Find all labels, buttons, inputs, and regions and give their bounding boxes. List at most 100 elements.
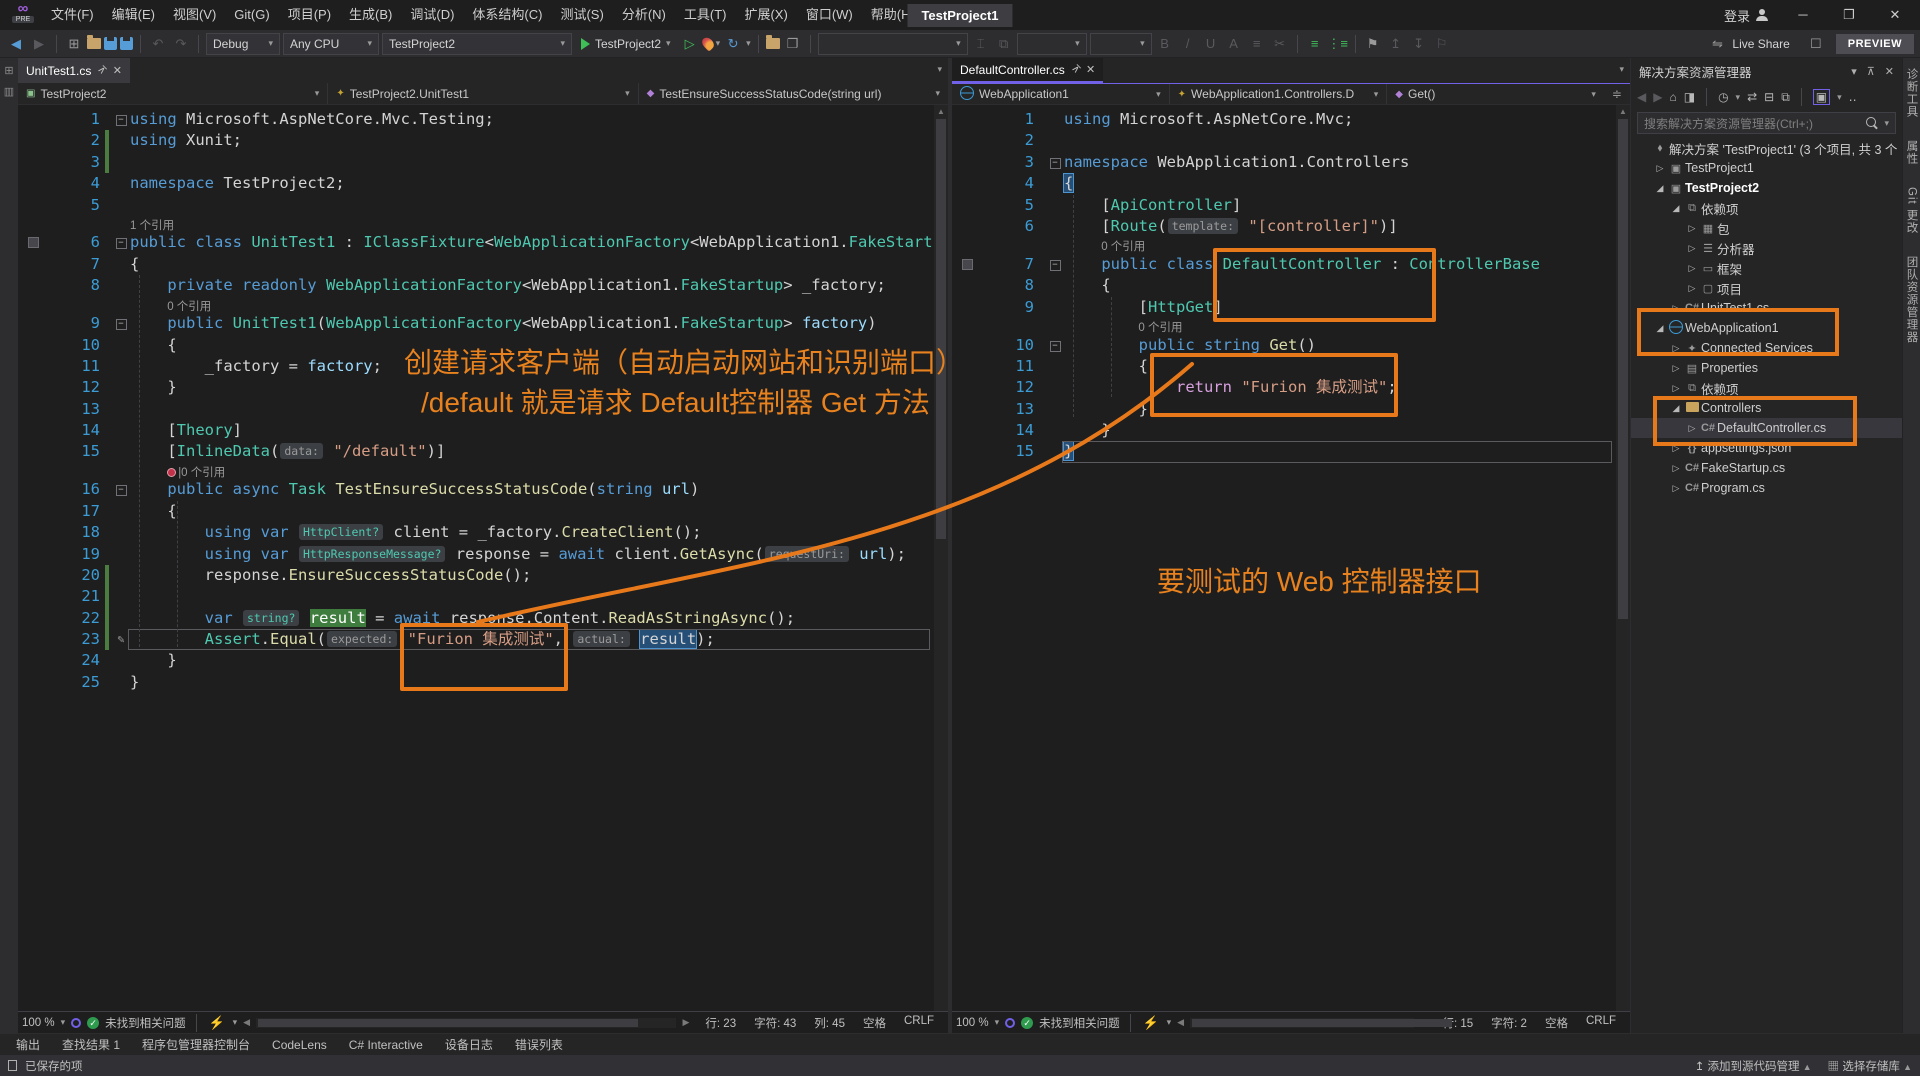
document-list-icon[interactable]: ▾ bbox=[1619, 64, 1624, 75]
panel-tab-C# Interactive[interactable]: C# Interactive bbox=[339, 1034, 433, 1055]
redo-icon[interactable]: ↷ bbox=[171, 33, 191, 55]
startup-project-dropdown[interactable]: TestProject2▾ bbox=[382, 33, 572, 55]
italic-icon[interactable]: / bbox=[1178, 33, 1198, 55]
navigate-forward-icon[interactable]: ▶ bbox=[29, 33, 49, 55]
live-share-button[interactable]: ⇋ Live Share bbox=[1701, 33, 1795, 55]
open-folder-icon[interactable] bbox=[87, 38, 101, 49]
code-editor-right[interactable]: 1using Microsoft.AspNetCore.Mvc;23−names… bbox=[952, 105, 1616, 1011]
menu-分析(N)[interactable]: 分析(N) bbox=[613, 0, 675, 30]
pin-icon[interactable]: ⊼ bbox=[96, 64, 109, 77]
problems-status[interactable]: 未找到相关问题 bbox=[1039, 1015, 1120, 1031]
expander-icon[interactable]: ▷ bbox=[1685, 263, 1699, 274]
tab-defaultcontroller[interactable]: DefaultController.cs ⊼ ✕ bbox=[952, 58, 1103, 83]
code-editor-left[interactable]: 1−using Microsoft.AspNetCore.Mvc.Testing… bbox=[18, 105, 934, 1011]
expander-icon[interactable]: ◢ bbox=[1669, 403, 1683, 414]
tree-item-Properties[interactable]: ▷▤Properties bbox=[1631, 358, 1902, 378]
tree-item-Program.cs[interactable]: ▷C#Program.cs bbox=[1631, 478, 1902, 498]
style-dropdown[interactable]: ▾ bbox=[1090, 33, 1152, 55]
toolbox-icon[interactable]: ⊞ bbox=[4, 64, 13, 77]
menu-工具(T)[interactable]: 工具(T) bbox=[675, 0, 736, 30]
switch-views-icon[interactable]: ◨ bbox=[1684, 90, 1695, 104]
side-tab-属性[interactable]: 属性 bbox=[1904, 140, 1920, 165]
code-cleanup-icon[interactable]: ⚡ bbox=[207, 1012, 227, 1034]
prev-bookmark-icon[interactable]: ↥ bbox=[1386, 33, 1406, 55]
fold-collapse-icon[interactable]: − bbox=[1050, 341, 1061, 352]
save-icon[interactable] bbox=[104, 37, 117, 50]
save-all-icon[interactable] bbox=[120, 37, 133, 50]
codelens-row[interactable]: 0 个引用 bbox=[18, 297, 934, 314]
close-tab-icon[interactable]: ✕ bbox=[1086, 63, 1095, 76]
fold-collapse-icon[interactable]: − bbox=[1050, 260, 1061, 271]
panel-menu-icon[interactable]: ▾ bbox=[1851, 65, 1857, 78]
tree-item-TestProject2[interactable]: ◢▣TestProject2 bbox=[1631, 178, 1902, 198]
start-debugging-button[interactable]: TestProject2 ▾ bbox=[575, 33, 677, 55]
preview-badge-button[interactable]: PREVIEW bbox=[1836, 34, 1914, 54]
expander-icon[interactable]: ▷ bbox=[1685, 223, 1699, 234]
expander-icon[interactable]: ▷ bbox=[1685, 283, 1699, 294]
align-icon[interactable]: ≡ bbox=[1247, 33, 1267, 55]
tree-item-TestProject1[interactable]: ▷▣TestProject1 bbox=[1631, 158, 1902, 178]
codelens-row[interactable]: 0 个引用 bbox=[952, 318, 1616, 335]
pending-changes-filter-icon[interactable]: ◷ bbox=[1718, 90, 1728, 104]
home-icon[interactable]: ⌂ bbox=[1669, 90, 1676, 104]
menu-测试(S)[interactable]: 测试(S) bbox=[551, 0, 612, 30]
right-editor-scrollbar[interactable]: ▲ bbox=[1616, 105, 1630, 1011]
properties-copy-icon[interactable]: ⧉ bbox=[1781, 90, 1790, 105]
add-to-source-control-button[interactable]: ↥ 添加到源代码管理 ▲ bbox=[1695, 1058, 1812, 1074]
expander-icon[interactable]: ▷ bbox=[1685, 423, 1699, 434]
menu-文件(F)[interactable]: 文件(F) bbox=[42, 0, 103, 30]
menu-编辑(E)[interactable]: 编辑(E) bbox=[103, 0, 164, 30]
codelens-row[interactable]: |0 个引用 bbox=[18, 463, 934, 480]
codelens-row[interactable]: 0 个引用 bbox=[952, 237, 1616, 254]
solution-search-input[interactable]: 搜索解决方案资源管理器(Ctrl+;) ▾ bbox=[1637, 112, 1896, 134]
menu-窗口(W)[interactable]: 窗口(W) bbox=[797, 0, 862, 30]
document-list-icon[interactable]: ▾ bbox=[937, 64, 942, 75]
side-tab-诊断工具[interactable]: 诊断工具 bbox=[1904, 68, 1920, 118]
close-button[interactable]: ✕ bbox=[1874, 0, 1916, 30]
code-cleanup-icon[interactable]: ⚡ bbox=[1141, 1012, 1161, 1034]
left-hscrollbar[interactable] bbox=[256, 1018, 676, 1028]
tab-unittest1[interactable]: UnitTest1.cs ⊼ ✕ bbox=[18, 58, 130, 83]
expander-icon[interactable]: ▷ bbox=[1669, 303, 1683, 314]
menu-生成(B)[interactable]: 生成(B) bbox=[340, 0, 401, 30]
breadcrumb-method[interactable]: ◆ Get() ▾ bbox=[1387, 84, 1604, 104]
right-hscrollbar[interactable] bbox=[1190, 1018, 1413, 1028]
sync-with-active-document-icon[interactable]: ▣ bbox=[1813, 89, 1830, 105]
tree-item-Controllers[interactable]: ◢Controllers bbox=[1631, 398, 1902, 418]
undo-icon[interactable]: ↶ bbox=[148, 33, 168, 55]
problems-status[interactable]: 未找到相关问题 bbox=[105, 1015, 186, 1031]
sync-icon[interactable]: ⇄ bbox=[1747, 90, 1757, 104]
zoom-level[interactable]: 100 % bbox=[22, 1017, 55, 1029]
side-tab-Git 更改[interactable]: Git 更改 bbox=[1904, 187, 1920, 234]
back-icon[interactable]: ◀ bbox=[1637, 90, 1646, 104]
underline-icon[interactable]: U bbox=[1201, 33, 1221, 55]
close-panel-icon[interactable]: ✕ bbox=[1885, 65, 1894, 78]
zoom-level[interactable]: 100 % bbox=[956, 1017, 989, 1029]
tree-item-DefaultController.cs[interactable]: ▷C#DefaultController.cs bbox=[1631, 418, 1902, 438]
menu-视图(V)[interactable]: 视图(V) bbox=[164, 0, 225, 30]
expander-icon[interactable]: ▷ bbox=[1669, 443, 1683, 454]
panel-tab-查找结果 1[interactable]: 查找结果 1 bbox=[52, 1034, 130, 1055]
restore-button[interactable]: ❐ bbox=[1828, 0, 1870, 30]
select-repository-button[interactable]: ▦ 选择存储库 ▲ bbox=[1828, 1058, 1912, 1074]
restart-icon[interactable]: ↻ bbox=[723, 33, 743, 55]
menu-项目(P)[interactable]: 项目(P) bbox=[279, 0, 340, 30]
fold-collapse-icon[interactable]: − bbox=[116, 485, 127, 496]
fold-collapse-icon[interactable]: − bbox=[116, 319, 127, 330]
tree-item-Connected Services[interactable]: ▷✦Connected Services bbox=[1631, 338, 1902, 358]
tree-item-依赖项[interactable]: ◢⧉依赖项 bbox=[1631, 198, 1902, 218]
feedback-icon[interactable]: ☐ bbox=[1806, 33, 1826, 55]
find-in-files-icon[interactable] bbox=[766, 38, 780, 49]
scroll-right-icon[interactable]: ▶ bbox=[682, 1017, 689, 1028]
next-bookmark-icon[interactable]: ↧ bbox=[1409, 33, 1429, 55]
text-color-icon[interactable]: A bbox=[1224, 33, 1244, 55]
menu-体系结构(C)[interactable]: 体系结构(C) bbox=[463, 0, 551, 30]
pin-icon[interactable]: ⊼ bbox=[1069, 63, 1082, 76]
window-layout-icon[interactable]: ❐ bbox=[783, 33, 803, 55]
size-dropdown[interactable]: ▾ bbox=[1017, 33, 1087, 55]
tree-item-项目[interactable]: ▷▢项目 bbox=[1631, 278, 1902, 298]
scroll-left-icon[interactable]: ◀ bbox=[243, 1017, 250, 1028]
menu-Git(G)[interactable]: Git(G) bbox=[225, 0, 278, 30]
panel-tab-输出[interactable]: 输出 bbox=[6, 1034, 50, 1055]
tree-item-解决方案 'TestProject1' (3 个项目, 共 3 个[interactable]: ⬧解决方案 'TestProject1' (3 个项目, 共 3 个 bbox=[1631, 138, 1902, 158]
